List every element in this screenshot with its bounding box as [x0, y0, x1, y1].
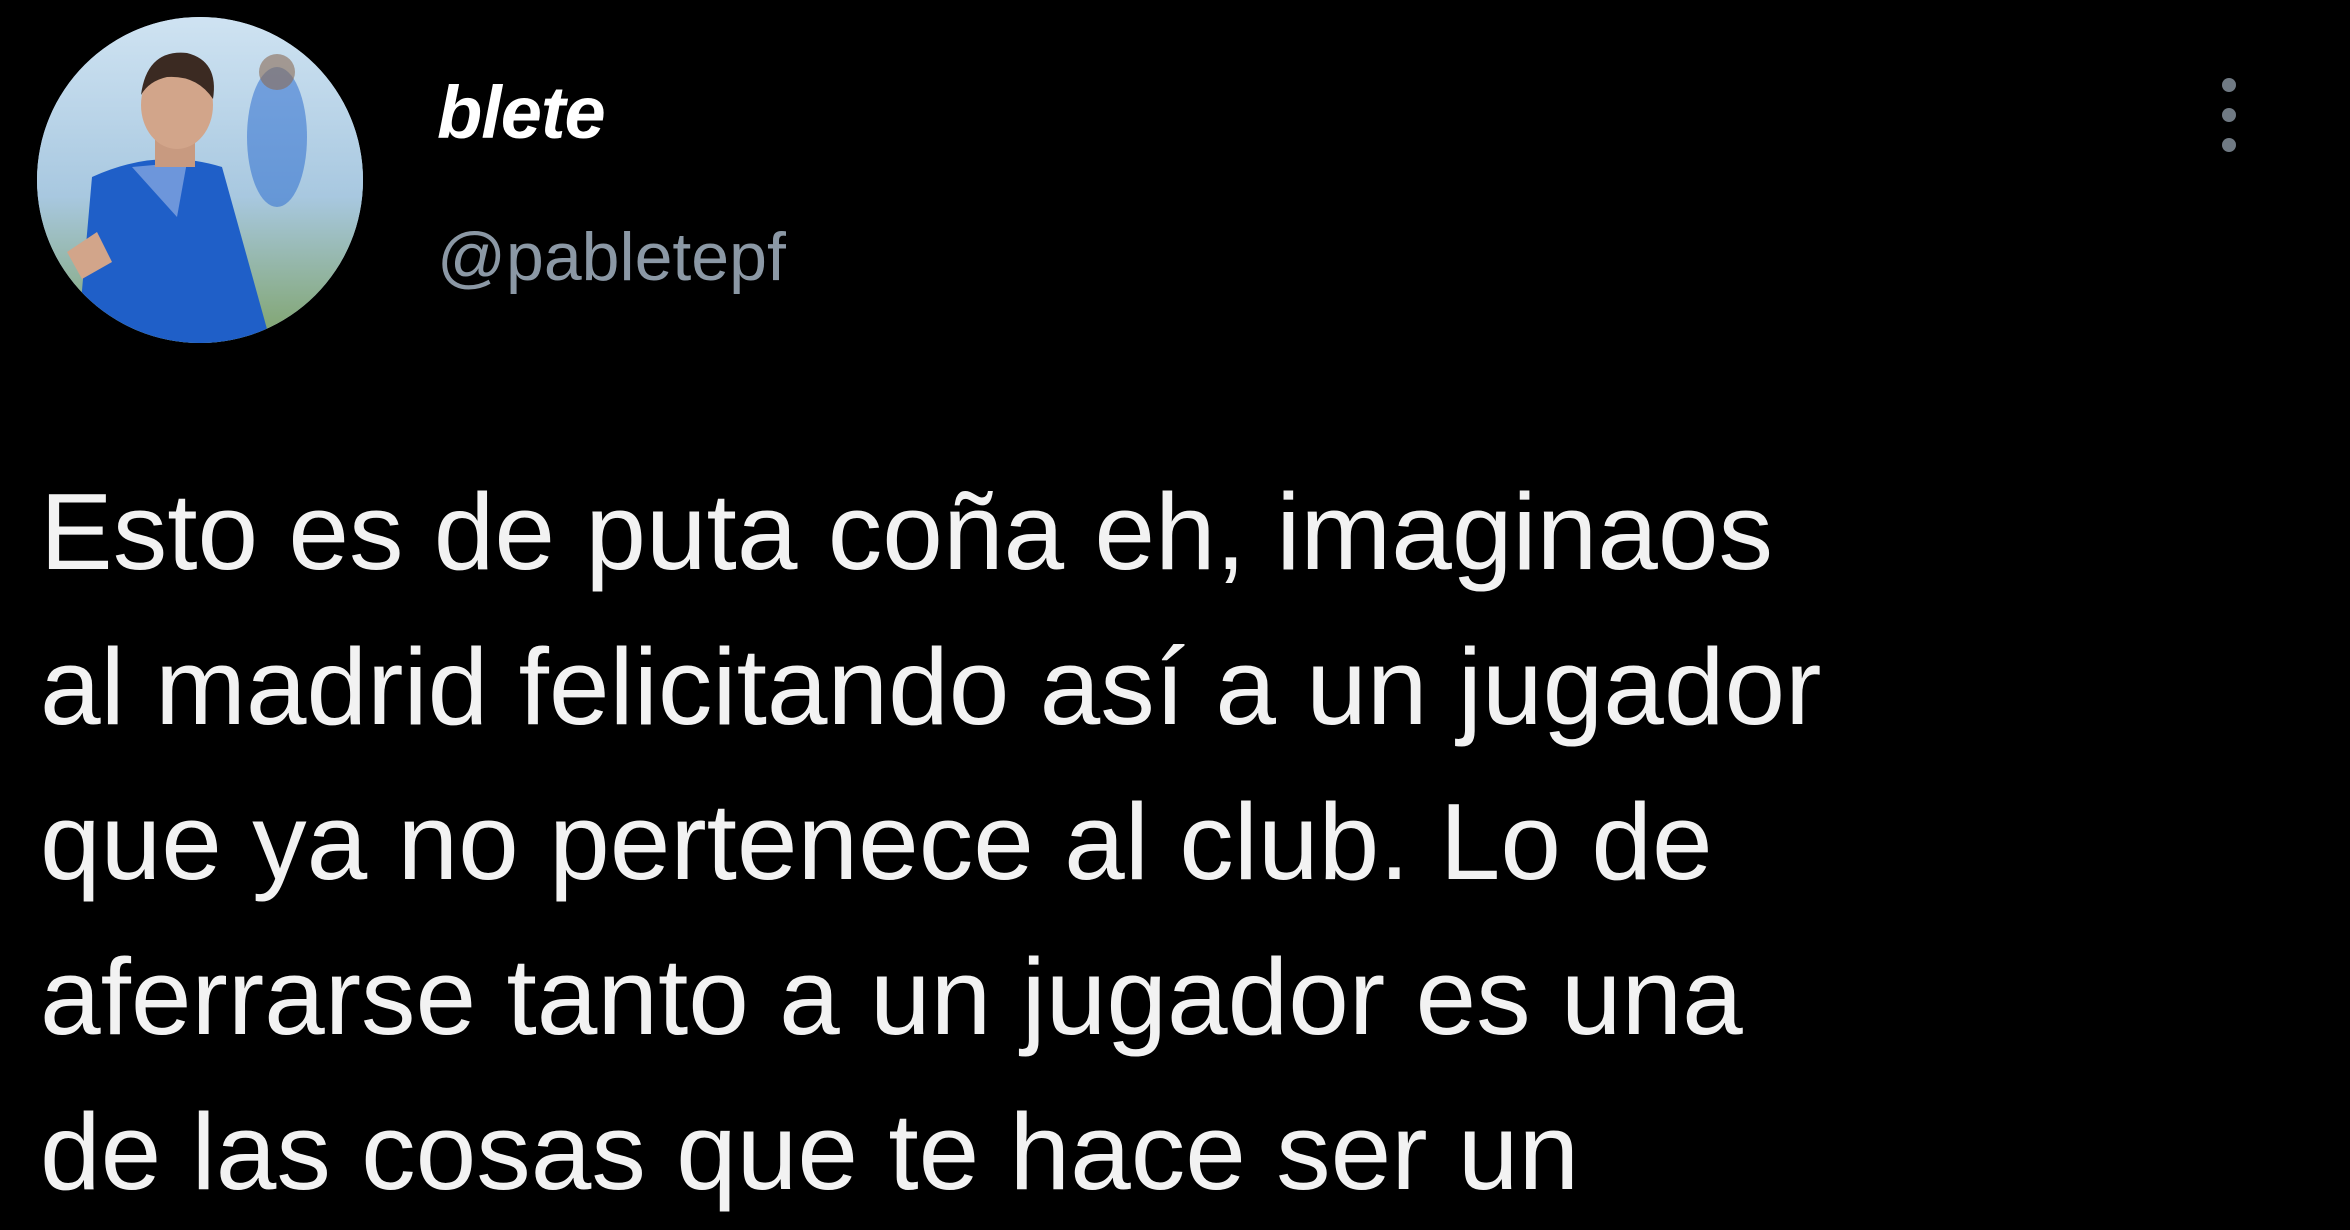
more-options-icon[interactable]	[2205, 70, 2255, 160]
tweet-text: Esto es de puta coña eh, imaginaos al ma…	[40, 471, 1822, 1213]
more-dot	[2222, 78, 2236, 92]
avatar-image	[37, 17, 363, 343]
more-dot	[2222, 138, 2236, 152]
author-avatar[interactable]	[37, 17, 363, 343]
more-dot	[2222, 108, 2236, 122]
author-display-name[interactable]: blete	[437, 68, 606, 158]
author-handle[interactable]: @pabletepf	[437, 215, 786, 299]
tweet: blete @pabletepf Esto es de puta coña eh…	[0, 0, 2350, 1230]
